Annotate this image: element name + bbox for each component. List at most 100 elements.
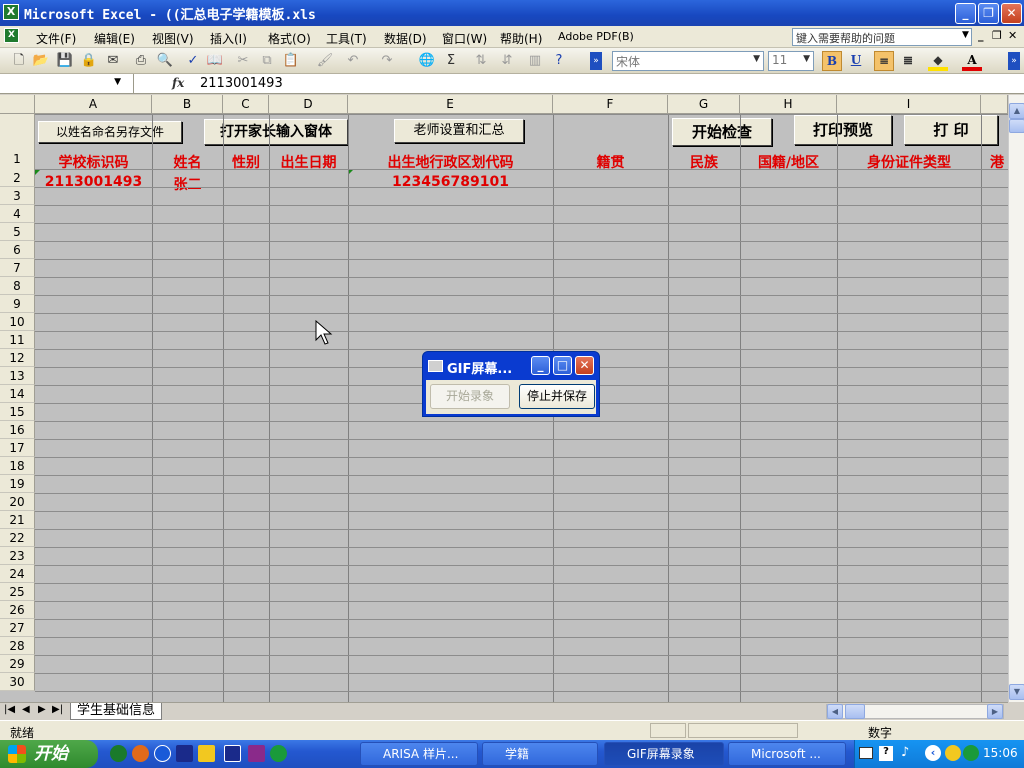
align-right-icon[interactable]: ≣ [898,51,918,71]
sheet-tab-student-info[interactable]: 学生基础信息 [70,703,163,720]
row-header[interactable]: 21 [0,511,35,529]
toolbar-options-icon[interactable]: » [590,52,602,70]
doc-minimize-button[interactable]: _ [978,29,984,42]
scroll-down-icon[interactable]: ▼ [1009,684,1024,700]
name-box[interactable]: ▼ [0,74,134,93]
prev-sheet-icon[interactable]: ◀ [22,704,30,715]
row-header[interactable]: 28 [0,637,35,655]
menu-file[interactable]: 文件(F) [36,30,76,47]
print-button[interactable]: 打 印 [904,115,998,145]
save-icon[interactable]: 💾 [56,52,74,70]
row-header[interactable]: 2 [0,169,35,187]
menu-insert[interactable]: 插入(I) [210,30,247,47]
email-icon[interactable]: ✉ [104,52,122,70]
menu-format[interactable]: 格式(O) [268,30,311,47]
scroll-right-icon[interactable]: ▶ [987,704,1003,719]
row-header[interactable]: 25 [0,583,35,601]
horizontal-scrollbar[interactable]: ◀ ▶ [826,704,1004,719]
cell-b2[interactable]: 张二 [152,174,223,194]
print-preview-button[interactable]: 打印预览 [794,115,892,145]
volume-icon[interactable]: ♪ [901,745,909,760]
column-header-d[interactable]: D [269,95,348,114]
print-icon[interactable]: ⎙ [132,52,150,70]
row-header[interactable]: 24 [0,565,35,583]
menu-edit[interactable]: 编辑(E) [94,30,135,47]
task-gif-recorder[interactable]: GIF屏幕录象 [604,742,724,766]
row-header[interactable]: 8 [0,277,35,295]
doc-restore-button[interactable]: ❐ [992,29,1002,42]
open-parent-form-button[interactable]: 打开家长输入窗体 [204,119,348,145]
fx-icon[interactable]: fx [172,76,184,90]
column-header-e[interactable]: E [348,95,553,114]
column-header-f[interactable]: F [553,95,668,114]
restore-button[interactable]: ❐ [978,3,999,24]
tray-expand-icon[interactable]: ‹ [925,745,941,761]
quicklaunch-media-icon[interactable] [248,745,265,762]
name-box-dropdown-icon[interactable]: ▼ [114,77,121,87]
redo-icon[interactable]: ↷ [378,52,396,70]
teacher-settings-button[interactable]: 老师设置和汇总 [394,119,524,143]
start-button[interactable]: 开始 [0,740,98,768]
save-by-name-button[interactable]: 以姓名命名另存文件 [38,121,182,143]
row-header[interactable]: 30 [0,673,35,691]
font-size-combo[interactable]: 11 ▼ [768,51,814,71]
scroll-up-icon[interactable]: ▲ [1009,103,1024,119]
first-sheet-icon[interactable]: |◀ [4,704,15,715]
row-header[interactable]: 12 [0,349,35,367]
row-header[interactable]: 15 [0,403,35,421]
task-xueji-folder[interactable]: 学籍 [482,742,598,766]
row-header[interactable]: 29 [0,655,35,673]
next-sheet-icon[interactable]: ▶ [38,704,46,715]
quicklaunch-ie-icon[interactable] [110,745,127,762]
row-header[interactable]: 7 [0,259,35,277]
chart-wizard-icon[interactable]: ▥ [526,52,544,70]
column-header-h[interactable]: H [740,95,837,114]
row-header[interactable]: 22 [0,529,35,547]
undo-icon[interactable]: ↶ [344,52,362,70]
row-header[interactable]: 17 [0,439,35,457]
gif-close-button[interactable]: ✕ [575,356,594,375]
row-header[interactable]: 9 [0,295,35,313]
menu-tools[interactable]: 工具(T) [326,30,367,47]
formula-input[interactable]: 2113001493 [200,76,283,91]
toolbar2-options-icon[interactable]: » [1008,52,1020,70]
help-search-input[interactable]: 键入需要帮助的问题 [792,28,972,46]
qq-icon[interactable] [945,745,961,761]
scroll-thumb[interactable] [1009,119,1024,133]
bold-button[interactable]: B [822,51,842,71]
permission-icon[interactable]: 🔒 [80,52,98,70]
font-name-dropdown-icon[interactable]: ▼ [753,54,760,64]
print-preview-icon[interactable]: 🔍 [156,52,174,70]
row-header[interactable]: 16 [0,421,35,439]
underline-button[interactable]: U [846,51,866,71]
column-header-c[interactable]: C [223,95,269,114]
menu-help[interactable]: 帮助(H) [500,30,542,47]
font-name-combo[interactable]: 宋体 ▼ [612,51,764,71]
keyboard-icon[interactable] [859,747,873,759]
research-icon[interactable]: 📖 [206,52,224,70]
last-sheet-icon[interactable]: ▶| [52,704,63,715]
menu-view[interactable]: 视图(V) [152,30,194,47]
row-header[interactable]: 11 [0,331,35,349]
vertical-scrollbar[interactable]: ▲ ▼ [1008,95,1024,702]
font-size-dropdown-icon[interactable]: ▼ [803,54,810,64]
minimize-button[interactable]: _ [955,3,976,24]
help-icon[interactable]: ? [550,52,568,70]
row-header[interactable]: 3 [0,187,35,205]
row-header[interactable]: 13 [0,367,35,385]
sort-descending-icon[interactable]: ⇵ [498,52,516,70]
fill-color-icon[interactable]: ◆ [928,51,948,71]
sort-ascending-icon[interactable]: ⇅ [472,52,490,70]
hyperlink-icon[interactable]: 🌐 [418,52,436,70]
column-header-b[interactable]: B [152,95,223,114]
column-header-j[interactable] [981,95,1008,114]
font-color-button[interactable]: A [962,51,982,71]
task-excel[interactable]: Microsoft ... [728,742,846,766]
close-button[interactable]: ✕ [1001,3,1022,24]
row-header[interactable]: 20 [0,493,35,511]
help-tray-icon[interactable]: ? [879,746,893,761]
gif-minimize-button[interactable]: _ [531,356,550,375]
row-header[interactable]: 4 [0,205,35,223]
doc-close-button[interactable]: ✕ [1008,29,1017,42]
autosum-icon[interactable]: Σ [442,52,460,70]
